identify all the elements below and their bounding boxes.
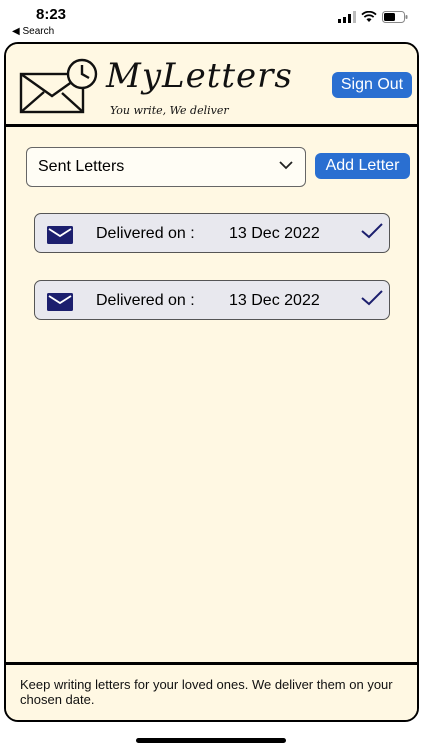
letter-item[interactable]: Delivered on : 13 Dec 2022	[34, 280, 390, 320]
add-letter-button[interactable]: Add Letter	[315, 153, 410, 179]
letter-filter-value: Sent Letters	[38, 158, 125, 175]
letter-status-label: Delivered on :	[96, 292, 195, 309]
battery-icon	[382, 11, 408, 23]
back-to-search-link[interactable]: ◀ Search	[12, 26, 54, 37]
envelope-icon	[47, 293, 73, 311]
letter-status-label: Delivered on :	[96, 225, 195, 242]
checkmark-icon	[361, 223, 383, 239]
app-footer: Keep writing letters for your loved ones…	[6, 665, 417, 720]
letter-item[interactable]: Delivered on : 13 Dec 2022	[34, 213, 390, 253]
app-name: MyLetters	[106, 56, 293, 96]
letter-delivery-date: 13 Dec 2022	[229, 225, 320, 242]
checkmark-icon	[361, 290, 383, 306]
app-tagline: You write, We deliver	[110, 104, 229, 117]
status-time: 8:23	[36, 6, 67, 23]
envelope-icon	[47, 226, 73, 244]
home-indicator[interactable]	[136, 738, 286, 743]
chevron-down-icon	[279, 161, 293, 170]
logo: MyLetters You write, We deliver	[18, 50, 292, 122]
wifi-icon	[361, 11, 377, 22]
letters-panel: Sent Letters Add Letter Delivered on : 1…	[6, 127, 417, 665]
app-header: MyLetters You write, We deliver Sign Out	[6, 44, 417, 127]
status-icons	[338, 11, 408, 23]
letter-delivery-date: 13 Dec 2022	[229, 292, 320, 309]
letter-filter-dropdown[interactable]: Sent Letters	[26, 147, 306, 187]
envelope-clock-icon	[19, 58, 98, 114]
app-screen: 8:23 ◀ Search MyLetters You write, We de…	[0, 0, 422, 750]
status-bar: 8:23 ◀ Search	[0, 0, 422, 40]
cellular-signal-icon	[338, 11, 356, 23]
footer-message: Keep writing letters for your loved ones…	[20, 677, 393, 707]
sign-out-button[interactable]: Sign Out	[332, 72, 412, 98]
app-frame: MyLetters You write, We deliver Sign Out…	[4, 42, 419, 722]
